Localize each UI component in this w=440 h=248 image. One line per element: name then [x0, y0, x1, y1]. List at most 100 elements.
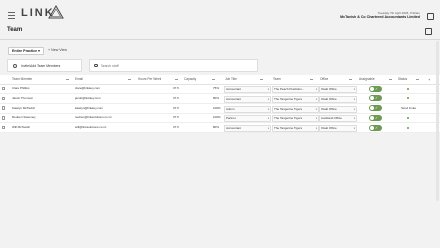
table-row[interactable]: Reuben Sweeney reuben@linksolutions.co.nz… [0, 113, 440, 124]
job-title-dropdown[interactable]: Partner ▾ [224, 115, 271, 123]
col-email[interactable]: Email [75, 75, 83, 84]
member-email: will@linksolutions.co.nz [75, 125, 107, 130]
chevron-down-icon: ▾ [315, 107, 317, 111]
column-menu-icon[interactable] [128, 78, 131, 81]
team-dropdown[interactable]: The Tangerine Tigers ▾ [272, 105, 319, 113]
chevron-down-icon: ▾ [315, 97, 317, 101]
row-checkbox[interactable] [2, 86, 6, 91]
job-title-dropdown[interactable]: Accountant ▾ [224, 86, 271, 93]
hours-per-week[interactable]: 37.5 [173, 94, 179, 103]
capacity-value[interactable]: 80% [213, 123, 219, 132]
capacity-value[interactable]: 100% [213, 113, 221, 122]
col-capacity[interactable]: Capacity [184, 75, 196, 84]
column-menu-icon[interactable] [349, 78, 352, 81]
check-icon: ✓ [375, 125, 378, 130]
check-icon: ✓ [375, 106, 378, 111]
add-column-plus-icon[interactable]: + [428, 75, 430, 84]
chevron-down-icon: ▾ [353, 127, 355, 131]
office-dropdown[interactable]: Otaki Office ▾ [319, 105, 357, 113]
chevron-down-icon: ▾ [353, 97, 355, 101]
hours-per-week[interactable]: 37.5 [173, 104, 179, 113]
column-menu-icon[interactable] [175, 78, 178, 81]
job-title-dropdown[interactable]: Accountant ▾ [224, 95, 271, 103]
job-title-value: Accountant [226, 126, 242, 131]
team-dropdown[interactable]: The Tangerine Tigers ▾ [272, 115, 319, 123]
hours-per-week[interactable]: 37.5 [173, 84, 179, 93]
table-row[interactable]: Jacob Thomson jacob@linkkey.com 37.5 80% Acc… [0, 94, 440, 104]
toggle-knob [370, 115, 374, 120]
team-dropdown[interactable]: The Tangerine Tigers ▾ [272, 125, 319, 133]
chevron-down-icon: ▾ [353, 117, 355, 121]
column-menu-icon[interactable] [66, 78, 69, 81]
job-title-value: Accountant [226, 87, 242, 91]
row-checkbox[interactable] [2, 116, 6, 120]
assignable-toggle[interactable]: ✓ [369, 95, 382, 102]
scrollbar[interactable] [436, 41, 439, 201]
member-name: Katelyn McTavish [12, 105, 36, 110]
job-title-value: Partner [226, 116, 236, 121]
column-menu-icon[interactable] [310, 78, 313, 81]
job-title-value: Accountant [226, 96, 242, 101]
col-job-title[interactable]: Job Title [225, 75, 237, 84]
status-active-dot [407, 126, 409, 129]
team-value: The Tangerine Tigers [274, 116, 303, 121]
col-assignable[interactable]: Assignable [359, 75, 375, 84]
office-dropdown[interactable]: Otaki Office ▾ [319, 86, 357, 93]
col-team-member[interactable]: Team Member [12, 75, 32, 84]
capacity-value[interactable]: 80% [213, 94, 219, 103]
status-active-dot [407, 97, 409, 100]
col-office[interactable]: Office [320, 75, 328, 84]
col-hours[interactable]: Hours Per Week [138, 75, 161, 84]
column-menu-icon[interactable] [212, 78, 215, 81]
office-value: Otaki Office [321, 87, 337, 91]
column-menu-icon[interactable] [389, 78, 392, 81]
col-status[interactable]: Status [398, 75, 407, 84]
capacity-value[interactable]: 100% [213, 104, 221, 113]
tab-label: + New View [48, 48, 68, 52]
hamburger-icon[interactable] [8, 12, 15, 19]
team-dropdown[interactable]: The Peach Practition... ▾ [272, 86, 319, 93]
member-email: katelyn@linkkey.com [75, 105, 103, 110]
assignable-toggle[interactable]: ✓ [369, 114, 382, 121]
capacity-value[interactable]: 75% [213, 84, 219, 93]
table-row[interactable]: Katelyn McTavish katelyn@linkkey.com 37.5 1… [0, 104, 440, 114]
team-dropdown[interactable]: The Tangerine Tigers ▾ [272, 95, 319, 103]
hours-per-week[interactable]: 37.5 [173, 113, 179, 122]
job-title-dropdown[interactable]: Admin ▾ [224, 105, 271, 113]
office-dropdown[interactable]: Otaki Office ▾ [319, 95, 357, 103]
tab-entire-practice[interactable]: Entire Practice ▾ [8, 47, 44, 55]
col-team[interactable]: Team [273, 75, 281, 84]
team-table: Team Member Email Hours Per Week Capacit… [0, 75, 440, 134]
column-menu-icon[interactable] [260, 78, 263, 81]
office-dropdown[interactable]: Auckland Office ▾ [319, 115, 357, 123]
invite-team-members-button[interactable]: Invite/Add Team Members [7, 59, 82, 72]
team-value: The Tangerine Tigers [274, 106, 303, 111]
toggle-knob [370, 96, 374, 101]
hours-per-week[interactable]: 37.5 [173, 123, 179, 132]
row-checkbox[interactable] [2, 96, 6, 100]
chevron-down-icon: ▾ [267, 88, 269, 91]
row-checkbox[interactable] [2, 125, 6, 130]
assignable-toggle[interactable]: ✓ [369, 105, 382, 112]
send-invite-link[interactable]: Send Invite [401, 104, 416, 113]
column-menu-icon[interactable] [416, 78, 419, 81]
tab-new-view[interactable]: + New View [45, 47, 70, 53]
assignable-toggle[interactable]: ✓ [369, 124, 382, 131]
status-active-dot [407, 116, 409, 119]
table-row[interactable]: Clare Phillips clare@linkkey.com 37.5 75% Ac… [0, 84, 440, 94]
search-box[interactable] [89, 59, 258, 72]
office-value: Otaki Office [321, 96, 337, 101]
table-row[interactable]: Will McTavish will@linksolutions.co.nz 37.… [0, 123, 440, 134]
team-value: The Tangerine Tigers [274, 126, 303, 131]
job-title-dropdown[interactable]: Accountant ▾ [224, 125, 271, 133]
top-bar: LINK Tuesday 7th April 2026, 9:32am McTa… [0, 0, 440, 27]
row-checkbox[interactable] [2, 106, 6, 110]
member-name: Jacob Thomson [12, 95, 34, 100]
search-input[interactable] [100, 63, 241, 68]
calendar-icon[interactable] [425, 28, 432, 35]
job-title-value: Admin [226, 106, 235, 111]
divider [0, 39, 440, 40]
user-icon[interactable] [427, 13, 434, 20]
assignable-toggle[interactable]: ✓ [369, 85, 382, 92]
office-dropdown[interactable]: Otaki Office ▾ [319, 125, 357, 133]
